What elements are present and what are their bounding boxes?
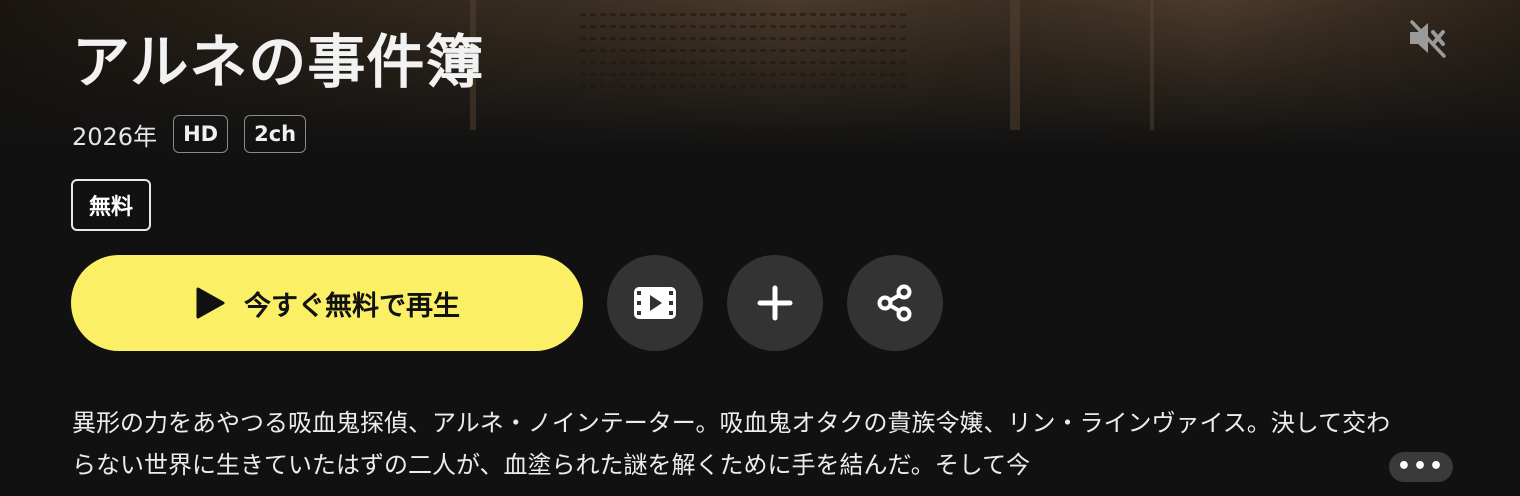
speaker-muted-icon	[1406, 18, 1450, 58]
play-free-button-label: 今すぐ無料で再生	[244, 290, 460, 322]
share-button[interactable]	[847, 255, 943, 351]
title-detail-hero: アルネの事件簿 2026年 HD 2ch 無料 今すぐ無料で再生 異形の力をあや…	[0, 0, 1520, 496]
read-more-button[interactable]: •••	[1389, 452, 1453, 482]
free-badge: 無料	[71, 179, 151, 231]
add-to-mylist-button[interactable]	[727, 255, 823, 351]
audio-badge: 2ch	[244, 115, 307, 153]
film-icon	[633, 285, 677, 321]
release-year: 2026年	[72, 122, 158, 151]
page-title: アルネの事件簿	[72, 28, 485, 96]
mute-button[interactable]	[1404, 14, 1452, 62]
quality-badge: HD	[173, 115, 229, 153]
play-icon	[194, 286, 226, 320]
share-icon	[875, 283, 915, 323]
play-free-button[interactable]: 今すぐ無料で再生	[71, 255, 583, 351]
background-detail	[580, 4, 910, 97]
meta-row: 2026年 HD 2ch	[72, 113, 322, 155]
background-detail	[1010, 0, 1020, 130]
plus-icon	[757, 285, 793, 321]
synopsis-text: 異形の力をあやつる吸血鬼探偵、アルネ・ノインテーター。吸血鬼オタクの貴族令嬢、リ…	[72, 409, 1391, 479]
trailer-button[interactable]	[607, 255, 703, 351]
background-detail	[1150, 0, 1154, 130]
